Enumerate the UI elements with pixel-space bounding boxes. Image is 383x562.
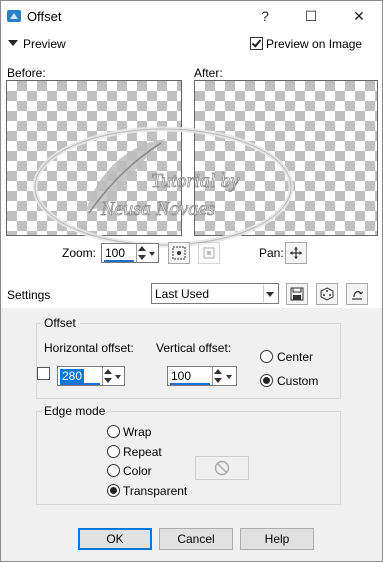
dice-icon [320, 287, 334, 301]
after-label: After: [194, 66, 223, 80]
vertical-dropdown-arrow-icon[interactable] [226, 375, 232, 379]
edge-mode-group [36, 411, 341, 505]
vertical-offset-spinbox[interactable]: 100 [167, 366, 237, 386]
cancel-button[interactable]: Cancel [159, 528, 233, 550]
save-preset-button[interactable] [286, 283, 308, 305]
after-preview[interactable] [194, 80, 378, 236]
edge-mode-group-title: Edge mode [42, 404, 108, 418]
title-bar[interactable]: Offset ? ☐ ✕ [1, 1, 382, 31]
vertical-offset-value[interactable]: 100 [171, 369, 191, 383]
down-arrow-icon[interactable] [138, 255, 146, 260]
pan-label: Pan: [259, 246, 284, 260]
zoom-spin-arrows[interactable] [136, 244, 147, 262]
no-color-icon [214, 460, 230, 476]
close-icon[interactable]: ✕ [336, 1, 382, 31]
custom-radio[interactable] [260, 374, 273, 387]
preview-on-image-label[interactable]: Preview on Image [266, 37, 362, 51]
maximize-icon[interactable]: ☐ [288, 1, 334, 31]
horizontal-offset-spinbox[interactable]: 280 [57, 366, 125, 386]
custom-label[interactable]: Custom [277, 374, 318, 388]
down-arrow-icon[interactable] [104, 378, 112, 383]
horizontal-offset-value[interactable]: 280 [60, 369, 85, 383]
collapse-arrow-icon[interactable] [8, 40, 18, 46]
color-label[interactable]: Color [123, 464, 152, 478]
before-label: Before: [7, 66, 46, 80]
move-icon [290, 247, 302, 259]
up-arrow-icon[interactable] [214, 369, 222, 374]
app-icon [7, 10, 21, 22]
reset-button[interactable] [346, 283, 368, 305]
ok-button[interactable]: OK [78, 528, 152, 550]
preset-value[interactable]: Last Used [155, 287, 209, 301]
horizontal-offset-label: Horizontal offset: [44, 341, 134, 355]
actual-size-button[interactable] [198, 242, 220, 264]
horizontal-spin-arrows[interactable] [102, 367, 113, 385]
edge-color-swatch[interactable] [195, 456, 249, 480]
repeat-label[interactable]: Repeat [123, 445, 162, 459]
wrap-label[interactable]: Wrap [123, 425, 151, 439]
vertical-underline [170, 383, 210, 385]
vertical-spin-arrows[interactable] [212, 367, 223, 385]
horizontal-dropdown-arrow-icon[interactable] [115, 375, 121, 379]
transparent-radio[interactable] [107, 484, 120, 497]
horizontal-underline [60, 383, 100, 385]
randomize-button[interactable] [316, 283, 338, 305]
reset-icon [352, 291, 363, 300]
vertical-offset-label: Vertical offset: [156, 341, 232, 355]
dropdown-separator [263, 285, 264, 302]
zoom-label: Zoom: [62, 246, 97, 260]
preset-dropdown[interactable]: Last Used [151, 283, 279, 304]
transparent-label[interactable]: Transparent [123, 484, 187, 498]
zoom-to-fit-button[interactable] [168, 242, 190, 264]
chevron-down-icon[interactable] [266, 292, 274, 297]
offset-dialog: Offset ? ☐ ✕ Preview Preview on Image Be… [0, 0, 383, 562]
pan-button[interactable] [285, 242, 307, 264]
repeat-radio[interactable] [107, 445, 120, 458]
zoom-value[interactable]: 100 [105, 246, 125, 260]
save-icon [290, 287, 304, 301]
down-arrow-icon[interactable] [214, 378, 222, 383]
offset-group-title: Offset [42, 316, 78, 330]
up-arrow-icon[interactable] [138, 246, 146, 251]
wrap-radio[interactable] [107, 425, 120, 438]
link-offsets-checkbox[interactable] [37, 367, 50, 380]
center-label[interactable]: Center [277, 350, 313, 364]
window-title: Offset [27, 9, 62, 24]
settings-label: Settings [7, 288, 51, 302]
preview-section-label[interactable]: Preview [23, 37, 66, 51]
zoom-dropdown-arrow-icon[interactable] [149, 252, 155, 256]
before-preview[interactable] [6, 80, 182, 236]
preview-on-image-checkbox[interactable] [250, 37, 263, 50]
help-icon[interactable]: ? [242, 1, 288, 31]
zoom-underline [104, 260, 134, 262]
actual-size-icon [203, 247, 215, 259]
fit-icon [172, 246, 186, 260]
zoom-spinbox[interactable]: 100 [101, 243, 159, 263]
up-arrow-icon[interactable] [104, 369, 112, 374]
help-button[interactable]: Help [240, 528, 314, 550]
color-radio[interactable] [107, 464, 120, 477]
center-radio[interactable] [260, 350, 273, 363]
